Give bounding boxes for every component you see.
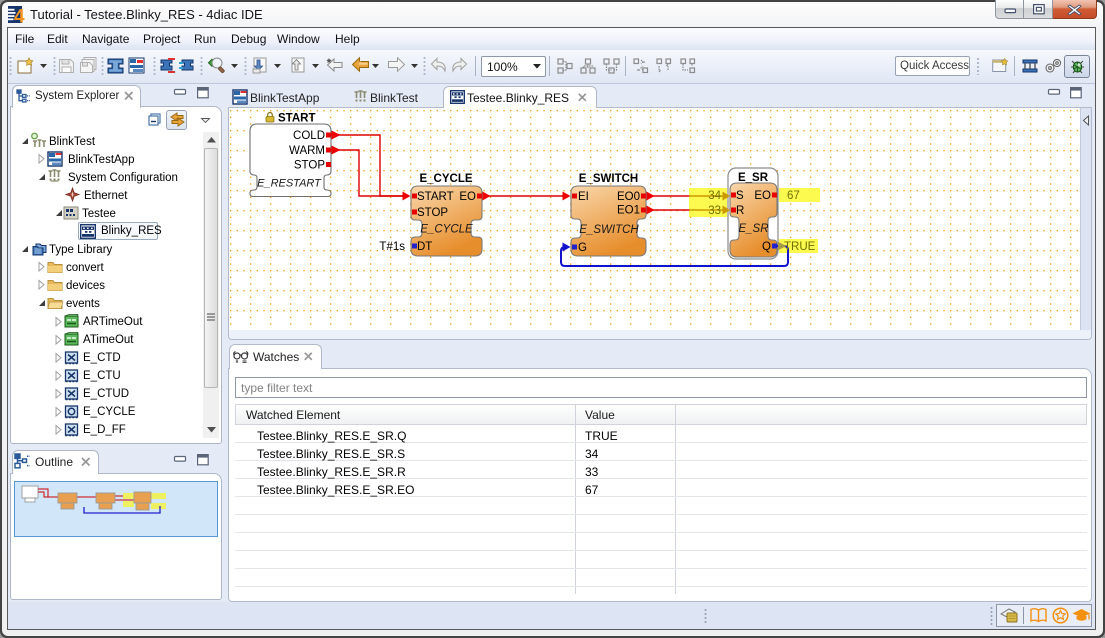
svg-text:EI: EI <box>578 191 589 203</box>
svg-text:T#1s: T#1s <box>379 241 405 253</box>
svg-text:S: S <box>736 190 744 202</box>
svg-text:EO: EO <box>459 191 476 203</box>
svg-text:EO0: EO0 <box>617 191 640 203</box>
svg-text:E_SR: E_SR <box>738 172 769 184</box>
svg-text:EO: EO <box>754 190 771 202</box>
svg-text:E_RESTART: E_RESTART <box>257 178 322 190</box>
svg-text:G: G <box>578 242 587 254</box>
svg-text:R: R <box>736 205 744 217</box>
svg-text:Q: Q <box>762 241 771 253</box>
svg-text:START: START <box>417 191 454 203</box>
svg-text:EO1: EO1 <box>617 205 640 217</box>
svg-text:4: 4 <box>14 7 25 28</box>
svg-text:E_SWITCH: E_SWITCH <box>579 173 638 185</box>
svg-text:E_SWITCH: E_SWITCH <box>579 224 639 236</box>
svg-text:33: 33 <box>708 205 721 217</box>
svg-text:COLD: COLD <box>293 130 325 142</box>
svg-text:E_SR: E_SR <box>738 223 768 235</box>
svg-text:E_CYCLE: E_CYCLE <box>420 224 473 236</box>
svg-text:WARM: WARM <box>289 145 325 157</box>
svg-text:34: 34 <box>708 190 721 202</box>
svg-text:STOP: STOP <box>294 160 325 172</box>
svg-text:STOP: STOP <box>417 207 448 219</box>
svg-text:67: 67 <box>787 190 800 202</box>
svg-text:TRUE: TRUE <box>784 241 816 253</box>
svg-text:START: START <box>278 113 315 125</box>
svg-text:DT: DT <box>417 241 432 253</box>
svg-text:E_CYCLE: E_CYCLE <box>419 173 472 185</box>
